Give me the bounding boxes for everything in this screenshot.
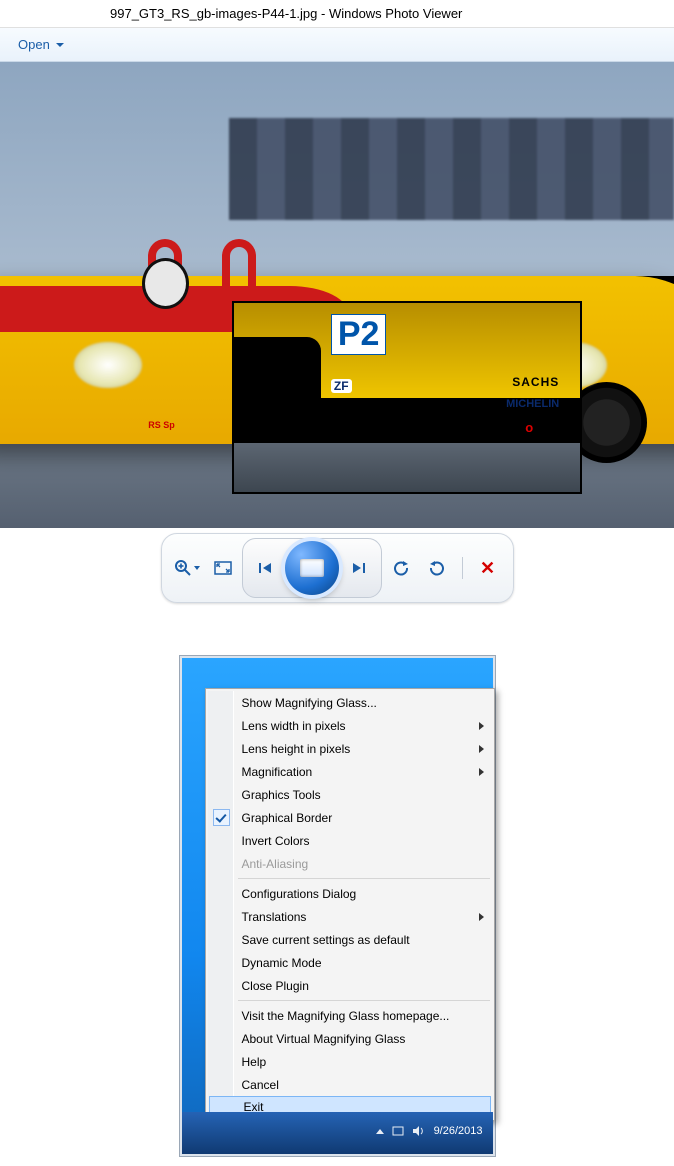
- image-viewport[interactable]: RS Sp P2 ZF SACHS MICHELIN Mobil 1: [0, 62, 674, 528]
- chevron-down-icon: [56, 43, 64, 47]
- menu-item-label: Configurations Dialog: [242, 887, 357, 901]
- zf-logo: ZF: [331, 379, 352, 393]
- open-menu-label: Open: [18, 37, 50, 52]
- menu-item-anti-aliasing: Anti-Aliasing: [208, 852, 492, 875]
- taskbar-date: 9/26/2013: [434, 1125, 483, 1138]
- context-menu: Show Magnifying Glass... Lens width in pi…: [205, 688, 495, 1121]
- system-tray[interactable]: [376, 1125, 424, 1137]
- menu-item-label: Magnification: [242, 765, 313, 779]
- menu-item-about-virtual-magnifying-glass[interactable]: About Virtual Magnifying Glass: [208, 1027, 492, 1050]
- open-menu[interactable]: Open: [18, 37, 64, 52]
- menu-item-configurations-dialog[interactable]: Configurations Dialog: [208, 882, 492, 905]
- magnifier-content: P2 ZF SACHS MICHELIN Mobil 1: [234, 303, 580, 492]
- menu-item-dynamic-mode[interactable]: Dynamic Mode: [208, 951, 492, 974]
- michelin-logo: MICHELIN: [506, 398, 559, 410]
- menu-item-label: Graphics Tools: [242, 788, 321, 802]
- menu-item-label: Graphical Border: [242, 811, 333, 825]
- slideshow-icon: [300, 559, 324, 577]
- menu-item-invert-colors[interactable]: Invert Colors: [208, 829, 492, 852]
- previous-button[interactable]: [249, 554, 283, 582]
- photo-viewer-window: 997_GT3_RS_gb-images-P44-1.jpg - Windows…: [0, 0, 674, 608]
- menu-item-save-current-settings-as-default[interactable]: Save current settings as default: [208, 928, 492, 951]
- next-icon: [349, 561, 367, 575]
- separator: [462, 557, 463, 579]
- rotate-ccw-icon: [392, 559, 410, 577]
- action-center-icon[interactable]: [392, 1125, 404, 1137]
- menu-item-label: Dynamic Mode: [242, 956, 322, 970]
- magnifier-icon: [174, 559, 192, 577]
- submenu-arrow-icon: [479, 913, 484, 921]
- rotate-cw-button[interactable]: [420, 554, 454, 582]
- volume-icon[interactable]: [412, 1125, 424, 1137]
- submenu-arrow-icon: [479, 722, 484, 730]
- menu-item-lens-height-in-pixels[interactable]: Lens height in pixels: [208, 737, 492, 760]
- car-sponsor-text: RS Sp: [148, 420, 175, 430]
- prev-icon: [257, 561, 275, 575]
- menu-item-translations[interactable]: Translations: [208, 905, 492, 928]
- menu-item-graphics-tools[interactable]: Graphics Tools: [208, 783, 492, 806]
- control-tray: ✕: [161, 533, 514, 603]
- rotate-cw-icon: [428, 559, 446, 577]
- desktop[interactable]: snapfiles Show Magnifying Glass...Lens w…: [180, 656, 495, 1156]
- actual-size-button[interactable]: [206, 554, 240, 582]
- menu-item-label: Lens height in pixels: [242, 742, 351, 756]
- p2-badge: P2: [331, 314, 387, 355]
- menu-item-graphical-border[interactable]: Graphical Border: [208, 806, 492, 829]
- second-screenshot-wrapper: snapfiles Show Magnifying Glass...Lens w…: [0, 608, 674, 1166]
- menu-separator: [238, 1000, 490, 1001]
- chevron-down-icon: [194, 566, 200, 570]
- menu-item-close-plugin[interactable]: Close Plugin: [208, 974, 492, 997]
- menu-item-label: Anti-Aliasing: [242, 857, 309, 871]
- menu-item-cancel[interactable]: Cancel: [208, 1073, 492, 1096]
- menu-item-show-magnifying-glass[interactable]: Show Magnifying Glass...: [208, 691, 492, 714]
- menu-item-label: Cancel: [242, 1078, 279, 1092]
- menu-item-label: Show Magnifying Glass...: [242, 696, 377, 710]
- menu-item-label: Translations: [242, 910, 307, 924]
- slideshow-button[interactable]: [285, 541, 339, 595]
- zoom-button[interactable]: [170, 554, 204, 582]
- menu-item-label: Lens width in pixels: [242, 719, 346, 733]
- fit-icon: [213, 560, 233, 576]
- rotate-ccw-button[interactable]: [384, 554, 418, 582]
- nav-pill: [242, 538, 382, 598]
- menu-bar: Open: [0, 28, 674, 62]
- tray-overflow-icon[interactable]: [376, 1129, 384, 1134]
- submenu-arrow-icon: [479, 745, 484, 753]
- magnifier-lens[interactable]: P2 ZF SACHS MICHELIN Mobil 1: [232, 301, 582, 494]
- menu-item-label: About Virtual Magnifying Glass: [242, 1032, 406, 1046]
- sachs-logo: SACHS: [512, 375, 559, 389]
- next-button[interactable]: [341, 554, 375, 582]
- menu-item-label: Save current settings as default: [242, 933, 410, 947]
- menu-item-label: Invert Colors: [242, 834, 310, 848]
- delete-icon: ✕: [480, 558, 495, 579]
- menu-item-label: Help: [242, 1055, 267, 1069]
- menu-item-visit-the-magnifying-glass-homepage[interactable]: Visit the Magnifying Glass homepage...: [208, 1004, 492, 1027]
- mobil-logo: Mobil 1: [514, 420, 559, 435]
- menu-item-lens-width-in-pixels[interactable]: Lens width in pixels: [208, 714, 492, 737]
- menu-item-help[interactable]: Help: [208, 1050, 492, 1073]
- window-title: 997_GT3_RS_gb-images-P44-1.jpg - Windows…: [0, 0, 674, 28]
- submenu-arrow-icon: [479, 768, 484, 776]
- menu-item-label: Visit the Magnifying Glass homepage...: [242, 1009, 450, 1023]
- menu-item-magnification[interactable]: Magnification: [208, 760, 492, 783]
- menu-item-label: Close Plugin: [242, 979, 309, 993]
- taskbar-clock[interactable]: 9/26/2013: [434, 1125, 483, 1138]
- control-bar: ✕: [0, 528, 674, 608]
- check-icon: [213, 809, 230, 826]
- taskbar[interactable]: 9/26/2013: [182, 1112, 493, 1154]
- delete-button[interactable]: ✕: [471, 554, 505, 582]
- menu-separator: [238, 878, 490, 879]
